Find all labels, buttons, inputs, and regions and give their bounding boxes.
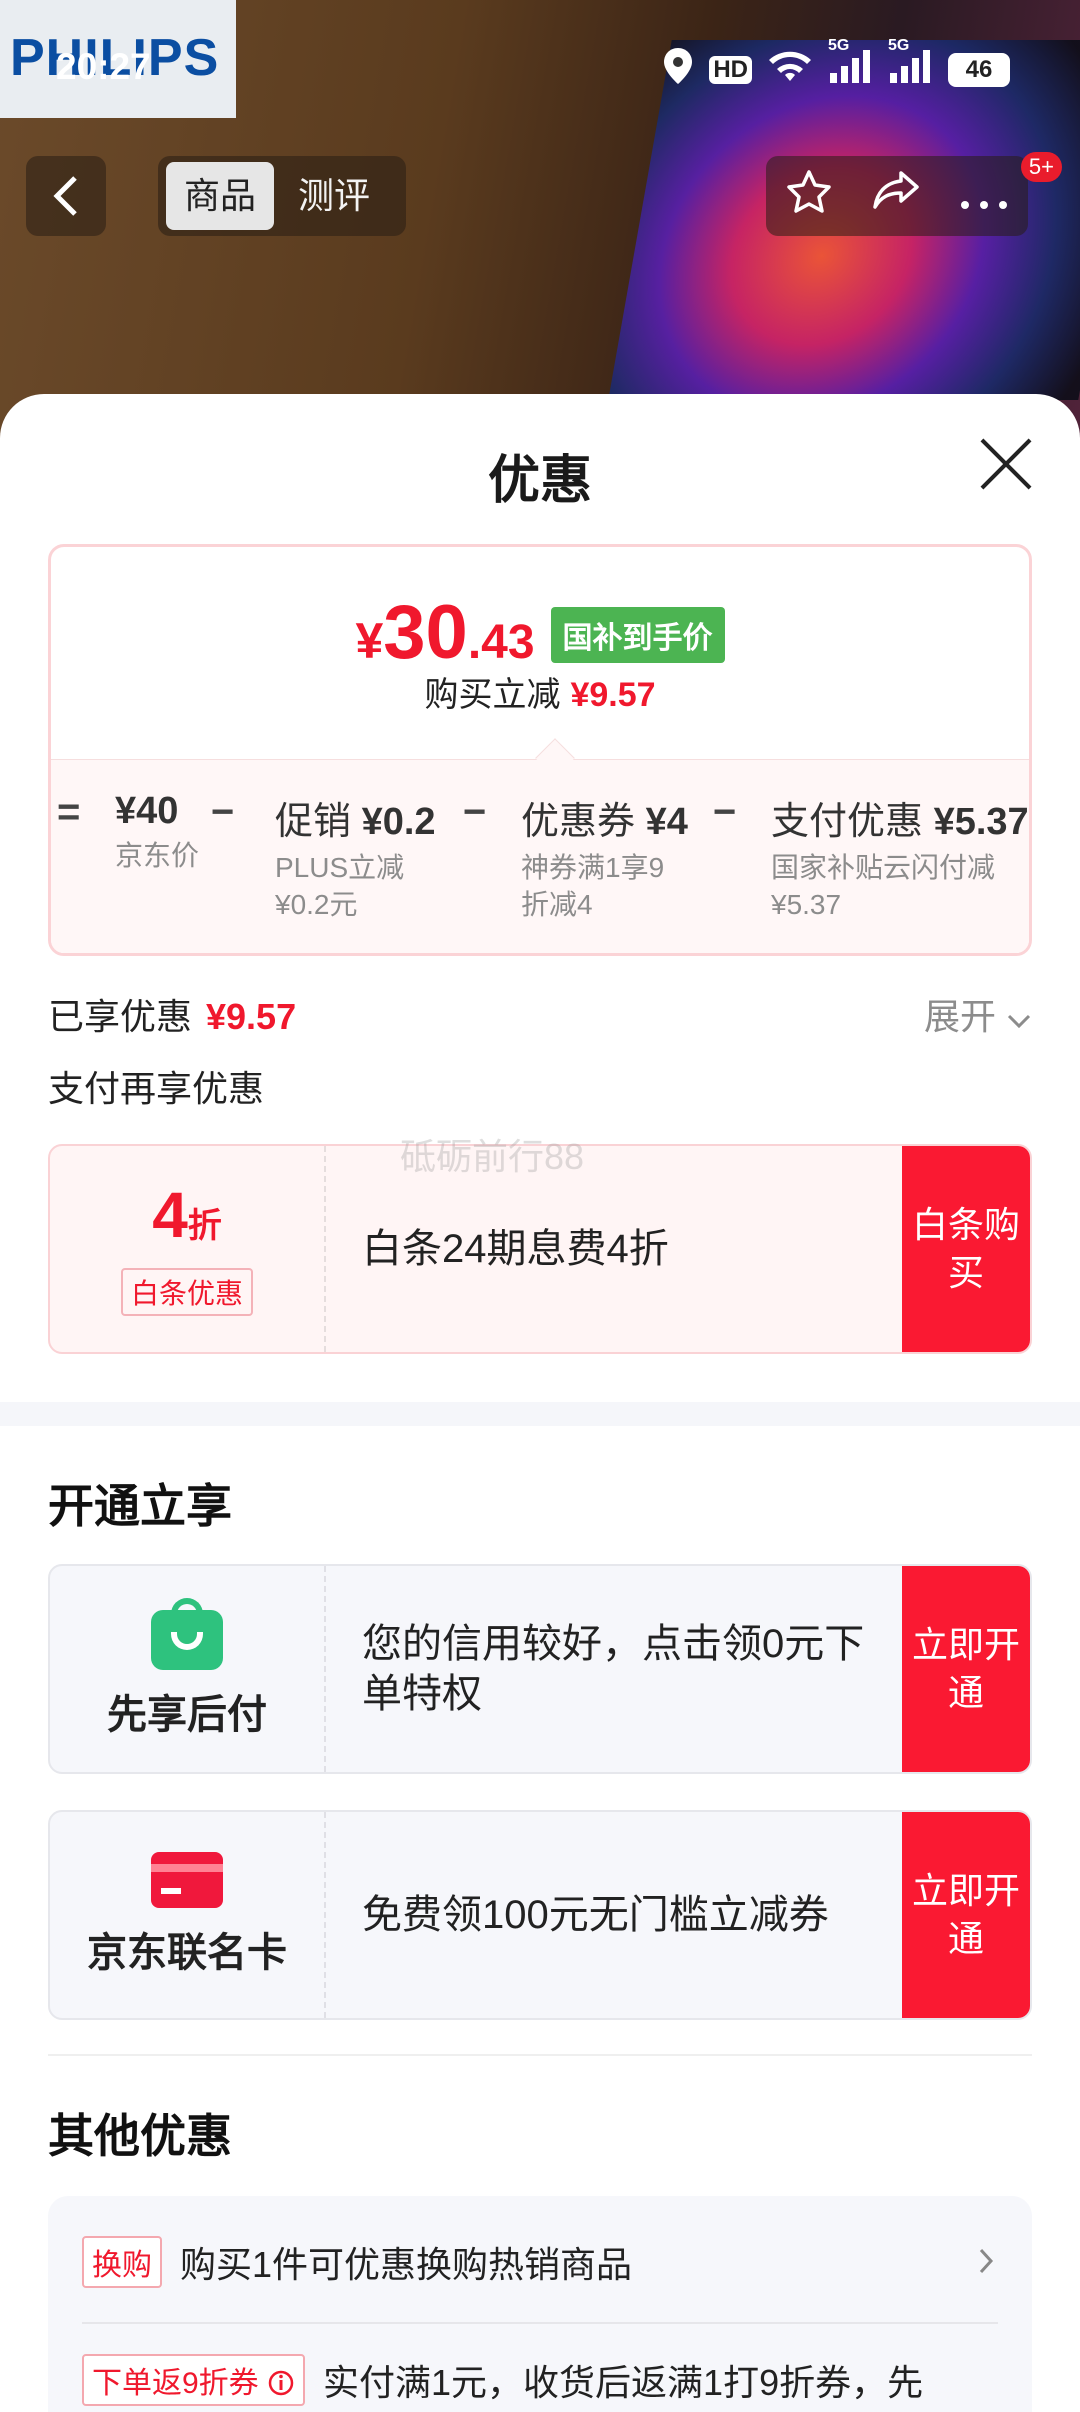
price-breakdown-card: ¥30.43 国补到手价 购买立减 ¥9.57 = ¥40 京东价 − 促销 ¥0… (48, 544, 1032, 956)
tab-product[interactable]: 商品 (166, 162, 275, 230)
enjoyed-discount: 已享优惠 ¥9.57 (48, 996, 297, 1037)
formula-term-jd-price: ¥40 京东价 (115, 790, 200, 871)
reduce-summary: 购买立减 ¥9.57 (424, 676, 656, 714)
info-icon[interactable] (267, 2367, 295, 2400)
message-badge: 5+ (1020, 152, 1062, 182)
pay-later-open-button[interactable]: 立即开通 (902, 1566, 1030, 1772)
baitiao-discount-value: 4折 (152, 1178, 222, 1251)
product-topbar: 商品 测评 (0, 156, 1080, 240)
shopping-bag-icon (151, 1598, 223, 1670)
pay-more-label: 支付再享优惠 (48, 1068, 265, 1109)
other-offers-list: 换购 购买1件可优惠换购热销商品 下单返9折券 实付满1元，收货后返满1打9折券… (48, 2196, 1032, 2412)
baitiao-buy-button[interactable]: 白条购买 (902, 1146, 1030, 1352)
sheet-title: 优惠 (487, 452, 592, 510)
baitiao-tag: 白条优惠 (120, 1267, 253, 1316)
watermark: 砥砺前行88 (400, 1136, 585, 1177)
cobrand-card-text: 免费领100元无门槛立减券 (362, 1893, 829, 1937)
signal-icon: 5G (828, 37, 872, 90)
product-tabs: 商品 测评 (158, 156, 406, 236)
signal-icon-2: 5G (888, 37, 932, 90)
discount-sheet: 优惠 ¥30.43 国补到手价 购买立减¥9.57 = ¥40 京东价 − 促 (0, 394, 1080, 2412)
chevron-down-icon (1006, 996, 1032, 1037)
open-section-title: 开通立享 (48, 1480, 232, 1532)
chevron-right-icon (978, 2240, 994, 2285)
battery-icon: 46 (948, 52, 1010, 87)
credit-card-icon (151, 1852, 223, 1908)
topbar-actions (766, 156, 1028, 236)
price-formula: = ¥40 京东价 − 促销 ¥0.2 PLUS立减¥0.2元 − 优惠券 ¥4… (51, 790, 1029, 950)
more-icon[interactable] (960, 171, 1008, 221)
list-item-coupon-return[interactable]: 下单返9折券 实付满1元，收货后返满1打9折券，先 (82, 2354, 998, 2406)
minus-sign: − (713, 790, 737, 834)
location-icon (663, 48, 693, 91)
hd-icon: HD (709, 55, 752, 84)
list-item-exchange[interactable]: 换购 购买1件可优惠换购热销商品 (82, 2236, 998, 2288)
exchange-tag: 换购 (82, 2236, 162, 2288)
minus-sign: − (211, 790, 235, 834)
tab-review[interactable]: 测评 (280, 162, 388, 230)
cobrand-card-open-button[interactable]: 立即开通 (902, 1812, 1030, 2018)
coupon-return-tag: 下单返9折券 (82, 2354, 306, 2406)
equals-sign: = (57, 790, 81, 834)
wifi-icon (768, 49, 812, 90)
status-time: 20:27 (56, 46, 151, 87)
cobrand-card-offer: 京东联名卡 免费领100元无门槛立减券 立即开通 (48, 1810, 1032, 2020)
expand-button[interactable]: 展开 (924, 988, 1032, 1040)
status-bar: 20:27 HD 5G 5G 46 (0, 0, 1080, 140)
star-icon[interactable] (786, 169, 832, 224)
pay-later-offer: 先享后付 您的信用较好，点击领0元下单特权 立即开通 (48, 1564, 1032, 1774)
close-icon[interactable] (976, 434, 1036, 494)
cobrand-card-label: 京东联名卡 (87, 1931, 287, 1975)
formula-term-coupon: 优惠券 ¥4 神券满1享9折减4 (521, 801, 688, 920)
pay-later-label: 先享后付 (107, 1693, 267, 1737)
formula-term-promo: 促销 ¥0.2 PLUS立减¥0.2元 (275, 801, 436, 920)
minus-sign: − (463, 790, 487, 834)
gov-subsidy-tag: 国补到手价 (550, 607, 725, 663)
share-icon[interactable] (871, 169, 921, 224)
final-price: ¥30.43 国补到手价 (51, 589, 1029, 676)
formula-term-payment: 支付优惠 ¥5.37 国家补贴云闪付减¥5.37 (771, 801, 1029, 920)
pay-later-text: 您的信用较好，点击领0元下单特权 (362, 1622, 865, 1716)
other-section-title: 其他优惠 (48, 2110, 232, 2162)
section-divider (0, 1402, 1080, 1426)
back-arrow-icon[interactable] (26, 156, 106, 236)
